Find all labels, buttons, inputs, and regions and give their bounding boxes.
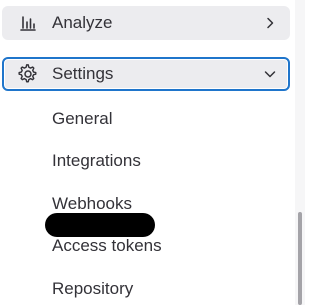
nav-item-label: Analyze — [52, 13, 113, 32]
chevron-down-icon — [264, 68, 276, 80]
nav-item-settings[interactable]: Settings — [2, 57, 290, 91]
scrollbar-track[interactable] — [295, 0, 305, 305]
nav-item-analyze[interactable]: Analyze — [2, 6, 290, 40]
sidebar-nav: Analyze Settings General Integrations We… — [0, 0, 305, 305]
nav-item-label: Settings — [52, 64, 114, 83]
sub-item-integrations[interactable]: Integrations — [52, 150, 141, 172]
redaction-mark — [45, 213, 155, 237]
gear-icon — [18, 64, 38, 84]
scrollbar-thumb[interactable] — [298, 212, 302, 305]
sub-item-general[interactable]: General — [52, 108, 112, 130]
sub-item-access-tokens[interactable]: Access tokens — [52, 235, 162, 257]
sub-item-repository[interactable]: Repository — [52, 278, 133, 300]
chevron-right-icon — [264, 17, 276, 29]
chart-bar-icon — [18, 13, 38, 33]
sub-item-webhooks[interactable]: Webhooks — [52, 193, 132, 215]
